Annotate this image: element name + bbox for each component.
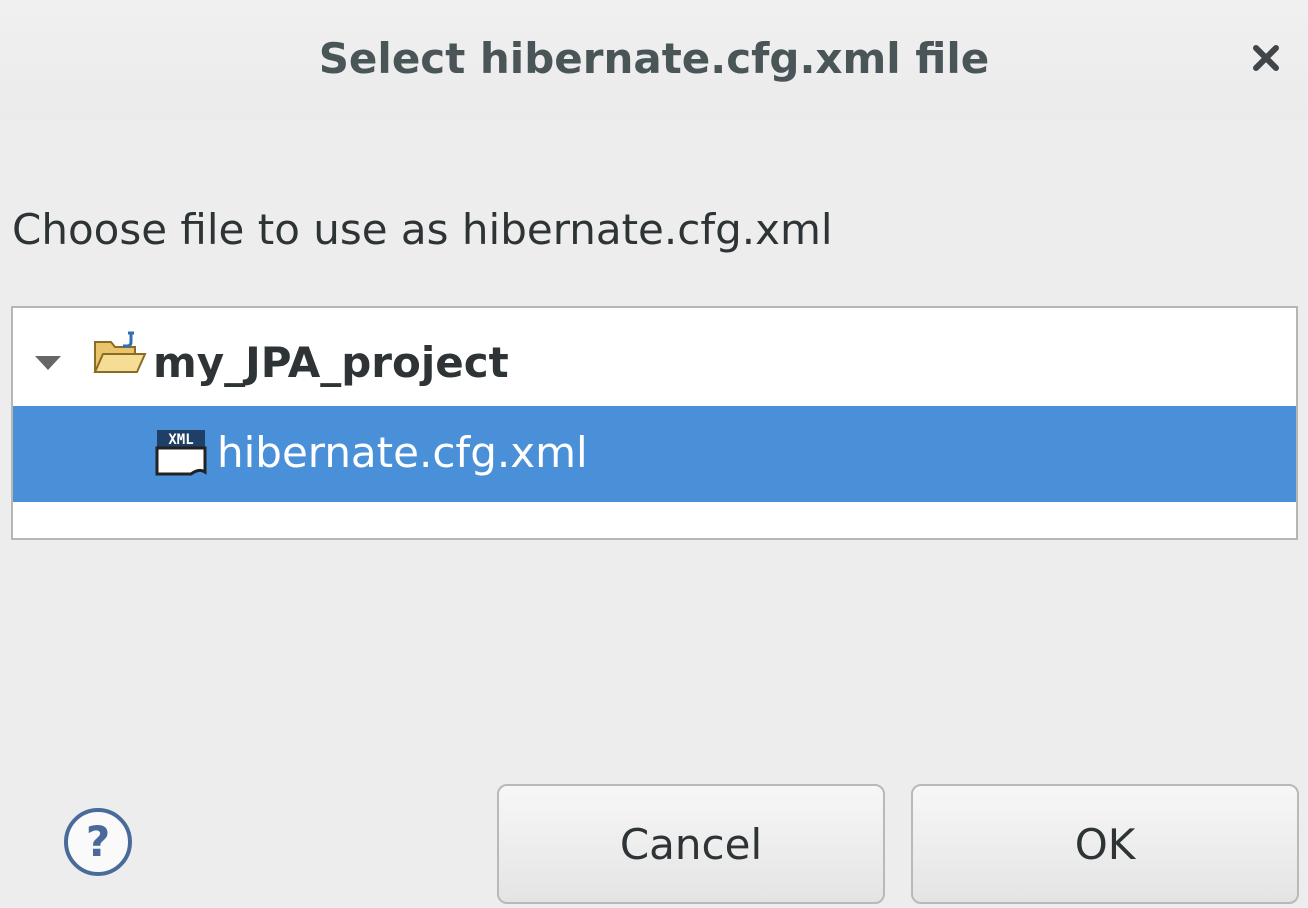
xml-file-icon: XML <box>155 430 207 476</box>
svg-text:XML: XML <box>168 432 193 448</box>
expander-arrow-icon[interactable] <box>35 356 61 370</box>
close-icon <box>1253 45 1279 71</box>
help-button[interactable]: ? <box>62 806 134 878</box>
dialog-title: Select hibernate.cfg.xml file <box>318 34 990 83</box>
help-icon: ? <box>64 808 132 876</box>
title-bar: Select hibernate.cfg.xml file <box>0 0 1308 120</box>
svg-text:?: ? <box>86 817 110 866</box>
dialog: Select hibernate.cfg.xml file Choose fil… <box>0 0 1308 908</box>
tree-item-file[interactable]: XML hibernate.cfg.xml <box>13 406 1296 502</box>
tree-item-project[interactable]: my_JPA_project <box>13 316 1296 412</box>
instruction-label: Choose file to use as hibernate.cfg.xml <box>12 205 833 254</box>
cancel-button[interactable]: Cancel <box>497 784 885 904</box>
close-button[interactable] <box>1246 36 1286 80</box>
tree-item-label: hibernate.cfg.xml <box>217 428 588 477</box>
tree-item-label: my_JPA_project <box>153 338 509 387</box>
file-tree[interactable]: my_JPA_project XML hibernate.cfg.xml <box>11 306 1298 540</box>
ok-button[interactable]: OK <box>911 784 1299 904</box>
project-folder-icon <box>93 331 147 373</box>
